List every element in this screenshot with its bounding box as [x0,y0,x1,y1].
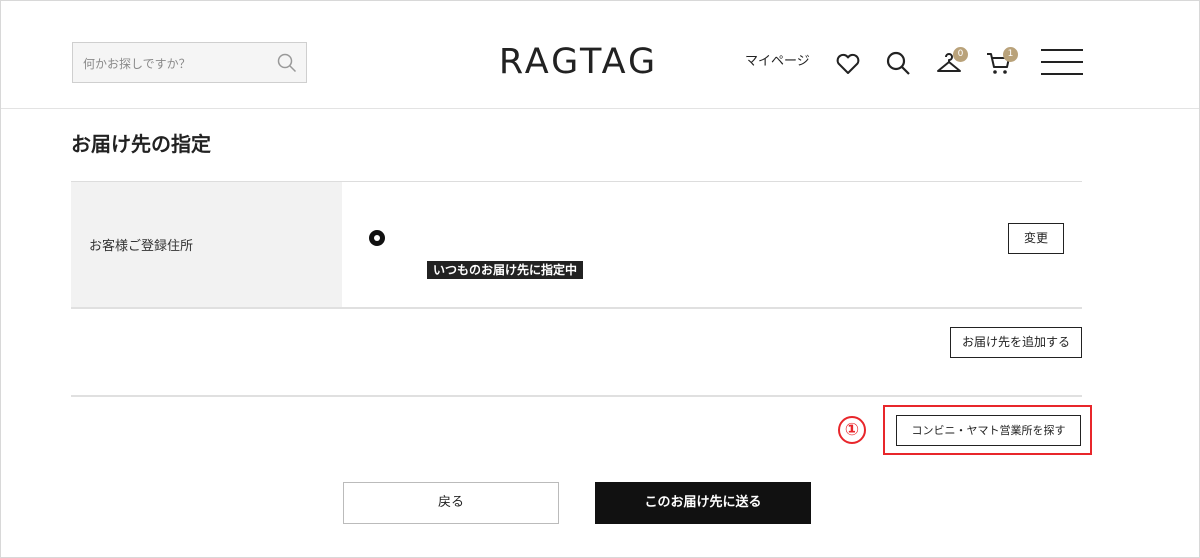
search-input[interactable]: 何かお探しですか？ [83,55,191,72]
address-row-label-cell: お客様ご登録住所 [71,182,342,307]
site-logo[interactable]: RAGTAG [481,41,676,83]
address-row-label: お客様ご登録住所 [89,239,194,254]
address-radio[interactable] [369,230,385,246]
site-header: 何かお探しですか？ RAGTAG マイページ 0 1 [1,1,1199,109]
submit-address-button[interactable]: このお届け先に送る [595,482,811,524]
change-button[interactable]: 変更 [1008,223,1064,254]
mypage-link[interactable]: マイページ [745,50,810,69]
add-address-button[interactable]: お届け先を追加する [950,327,1082,358]
search-box[interactable]: 何かお探しですか？ [72,42,307,83]
cart-button[interactable]: 1 [985,47,1018,79]
cart-badge: 1 [1003,47,1018,62]
heart-icon[interactable] [834,50,862,78]
default-address-tag: いつものお届け先に指定中 [427,261,584,279]
divider [71,395,1082,397]
hanger-badge: 0 [953,47,968,62]
menu-icon[interactable] [1041,49,1083,77]
hanger-button[interactable]: 0 [935,47,968,79]
address-row: お客様ご登録住所 いつものお届け先に指定中 変更 [71,181,1082,309]
find-store-button[interactable]: コンビニ・ヤマト営業所を探す [896,415,1081,446]
annotation-marker: ① [838,416,866,444]
search-icon[interactable] [884,49,912,77]
page-title: お届け先の指定 [71,132,211,156]
search-icon[interactable] [277,53,297,73]
back-button[interactable]: 戻る [343,482,559,524]
